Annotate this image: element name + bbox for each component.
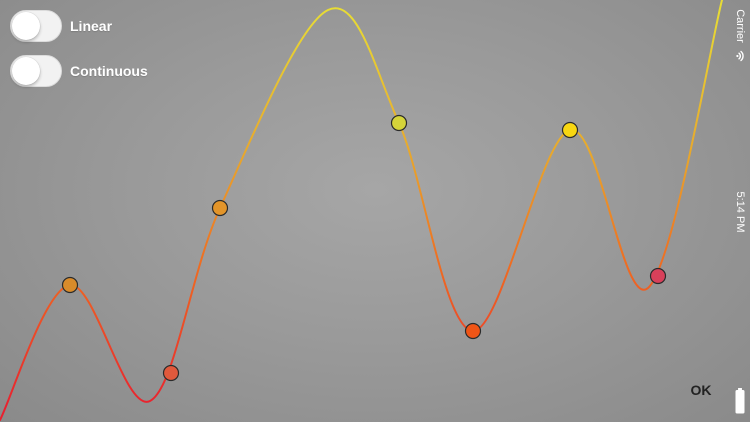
control-point-5[interactable] <box>464 322 482 340</box>
continuous-switch-knob[interactable] <box>12 57 40 85</box>
battery-icon <box>735 388 745 414</box>
control-point-6[interactable] <box>561 121 579 139</box>
linear-label: Linear <box>70 18 113 34</box>
toggle-row-linear: Linear <box>10 10 112 42</box>
continuous-label: Continuous <box>70 63 148 79</box>
continuous-switch[interactable] <box>10 55 62 87</box>
wifi-icon <box>736 50 744 62</box>
control-point-2[interactable] <box>162 364 180 382</box>
carrier-label: Carrier <box>734 9 746 43</box>
linear-switch[interactable] <box>10 10 62 42</box>
linear-switch-knob[interactable] <box>12 12 40 40</box>
ok-button[interactable]: OK <box>684 378 718 402</box>
control-point-7[interactable] <box>649 267 667 285</box>
control-points-layer[interactable] <box>61 114 667 382</box>
control-point-4[interactable] <box>390 114 408 132</box>
control-point-1[interactable] <box>61 276 79 294</box>
toggle-row-continuous: Continuous <box>10 55 148 87</box>
clock-label: 5:14 PM <box>734 191 746 233</box>
control-point-3[interactable] <box>211 199 229 217</box>
status-bar: Carrier 5:14 PM <box>730 0 750 422</box>
